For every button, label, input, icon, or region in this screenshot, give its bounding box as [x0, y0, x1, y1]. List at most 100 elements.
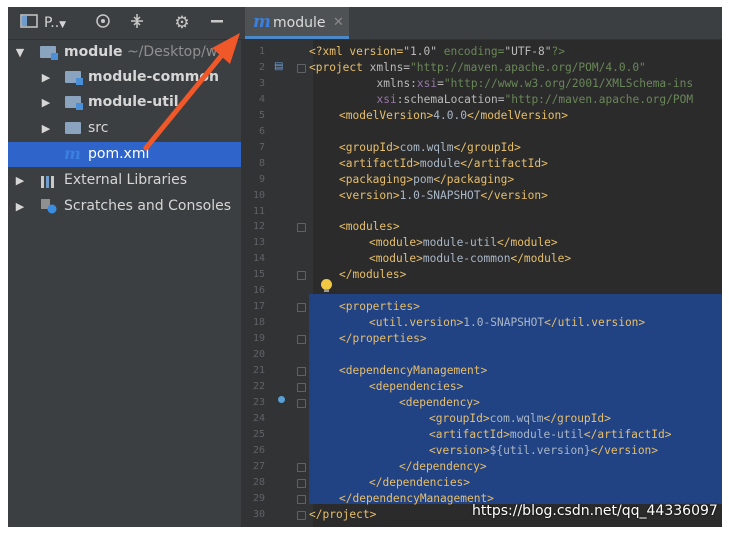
collapsed-arrow-icon[interactable]: ▶ [40, 116, 52, 141]
code-line: <groupId>com.wqlm</groupId> [429, 411, 611, 427]
code-line: </dependencyManagement> [339, 491, 494, 507]
fold-marker-icon[interactable] [297, 510, 306, 520]
line-number: 30 [252, 508, 265, 520]
tree-item-label: pom.xml [88, 146, 150, 162]
code-token: xmlns: [376, 76, 417, 90]
code-token: "http://www.w3.org/2001/XMLSchema-ins [443, 76, 694, 90]
code-token: ${util.version} [489, 443, 591, 457]
line-number: 12 [252, 221, 265, 233]
tab-module[interactable]: m module ✕ [245, 7, 349, 39]
tree-item-external-libraries[interactable]: ▶ External Libraries [8, 168, 241, 193]
code-line: <version>${util.version}</version> [429, 443, 658, 459]
collapsed-arrow-icon[interactable]: ▶ [14, 194, 26, 219]
tab-label: module [273, 15, 326, 31]
fold-marker-icon[interactable] [297, 398, 306, 408]
code-token: <project [309, 60, 370, 74]
code-token: encoding= [436, 45, 505, 58]
code-token: 1.0-SNAPSHOT [399, 188, 481, 202]
tree-item-label: External Libraries [64, 172, 187, 188]
code-token: </modules> [339, 268, 407, 282]
collapsed-arrow-icon[interactable]: ▶ [40, 90, 52, 115]
maven-icon: m [253, 12, 271, 32]
code-line: <module>module-util</module> [369, 235, 558, 251]
tree-item-module-common[interactable]: ▶ module-common [8, 65, 241, 90]
code-token: <version> [339, 188, 400, 202]
override-gutter-icon[interactable] [278, 396, 285, 403]
line-number: 25 [252, 428, 265, 440]
tree-item-label: module-util [88, 94, 179, 110]
lightbulb-icon[interactable] [321, 279, 332, 292]
collapse-icon[interactable] [126, 13, 148, 33]
code-token: </artifactId> [583, 427, 672, 441]
line-number: 13 [252, 237, 265, 249]
tree-item-label: Scratches and Consoles [64, 198, 231, 214]
code-line: xsi:schemaLocation="http://maven.apache.… [377, 92, 694, 108]
code-token: </project> [309, 507, 377, 521]
tree-item-scratches[interactable]: ▶ Scratches and Consoles [8, 194, 241, 219]
fold-marker-icon[interactable] [297, 223, 306, 233]
code-token: :schemaLocation= [396, 92, 505, 106]
editor-tab-bar: m module ✕ [241, 7, 722, 40]
line-number: 21 [252, 365, 265, 376]
code-token: module-common [422, 252, 511, 266]
code-token: <groupId> [429, 411, 490, 425]
expand-arrow-icon[interactable]: ▼ [14, 40, 26, 65]
fold-marker-icon[interactable] [297, 303, 306, 313]
line-number: 10 [252, 189, 265, 201]
code-token: module [419, 156, 461, 170]
code-line: <artifactId>module</artifactId> [339, 156, 548, 172]
code-token: </dependencies> [369, 475, 471, 489]
line-number: 16 [252, 285, 265, 297]
project-panel-toolbar: P..▼ ⚙ [8, 7, 241, 40]
code-token: <modules> [339, 220, 400, 234]
module-folder-icon [65, 71, 83, 85]
chevron-down-icon: ▼ [59, 20, 67, 30]
tree-item-module[interactable]: ▼ module ~/Desktop/w [8, 40, 241, 65]
code-token: <artifactId> [429, 427, 510, 441]
fold-marker-icon[interactable] [297, 494, 306, 504]
crosshair-icon[interactable] [92, 13, 114, 33]
code-line: <dependencyManagement> [339, 363, 487, 379]
project-view-icon[interactable] [18, 13, 40, 33]
tree-item-label: module-common [88, 69, 219, 85]
libraries-icon [40, 173, 58, 193]
maven-icon: m [64, 144, 81, 163]
collapsed-arrow-icon[interactable]: ▶ [40, 65, 52, 90]
code-line: <module>module-common</module> [369, 251, 571, 267]
code-token: xsi [416, 76, 438, 90]
tree-item-module-util[interactable]: ▶ module-util [8, 90, 241, 115]
watermark: https://blog.csdn.net/qq_44336097 [472, 503, 718, 519]
code-token: "http://maven.apache.org/POM [504, 92, 694, 106]
fold-marker-icon[interactable] [297, 271, 306, 281]
line-number: 23 [252, 396, 265, 408]
line-number: 7 [258, 141, 265, 153]
code-token: </modelVersion> [466, 108, 569, 122]
code-token: </version> [590, 443, 659, 457]
code-token: </packaging> [433, 172, 515, 186]
code-token: ?> [551, 45, 565, 58]
module-folder-icon [65, 96, 83, 110]
code-token: </groupId> [453, 140, 521, 154]
gear-icon[interactable]: ⚙ [171, 13, 193, 33]
code-token: com.wqlm [489, 411, 544, 425]
line-number: 26 [252, 444, 265, 456]
minus-icon[interactable] [206, 13, 228, 33]
maven-modules-gutter-icon[interactable]: ▤ [274, 62, 283, 72]
line-number: 1 [258, 46, 265, 57]
tree-item-pom-xml[interactable]: m pom.xml [8, 142, 241, 167]
project-view-dropdown[interactable]: P..▼ [44, 13, 66, 35]
tree-item-src[interactable]: ▶ src [8, 116, 241, 141]
fold-marker-icon[interactable] [297, 63, 306, 73]
code-token: "1.0" [403, 45, 437, 58]
code-line: <util.version>1.0-SNAPSHOT</util.version… [369, 315, 645, 331]
collapsed-arrow-icon[interactable]: ▶ [14, 168, 26, 193]
fold-marker-icon[interactable] [297, 367, 306, 376]
fold-marker-icon[interactable] [297, 382, 306, 392]
code-token: <dependency> [399, 395, 480, 409]
close-icon[interactable]: ✕ [333, 13, 344, 33]
fold-marker-icon[interactable] [297, 478, 306, 488]
fold-marker-icon[interactable] [297, 462, 306, 472]
line-number: 22 [252, 380, 265, 392]
fold-marker-icon[interactable] [297, 335, 306, 345]
tree-item-path: ~/Desktop/w [126, 44, 218, 60]
